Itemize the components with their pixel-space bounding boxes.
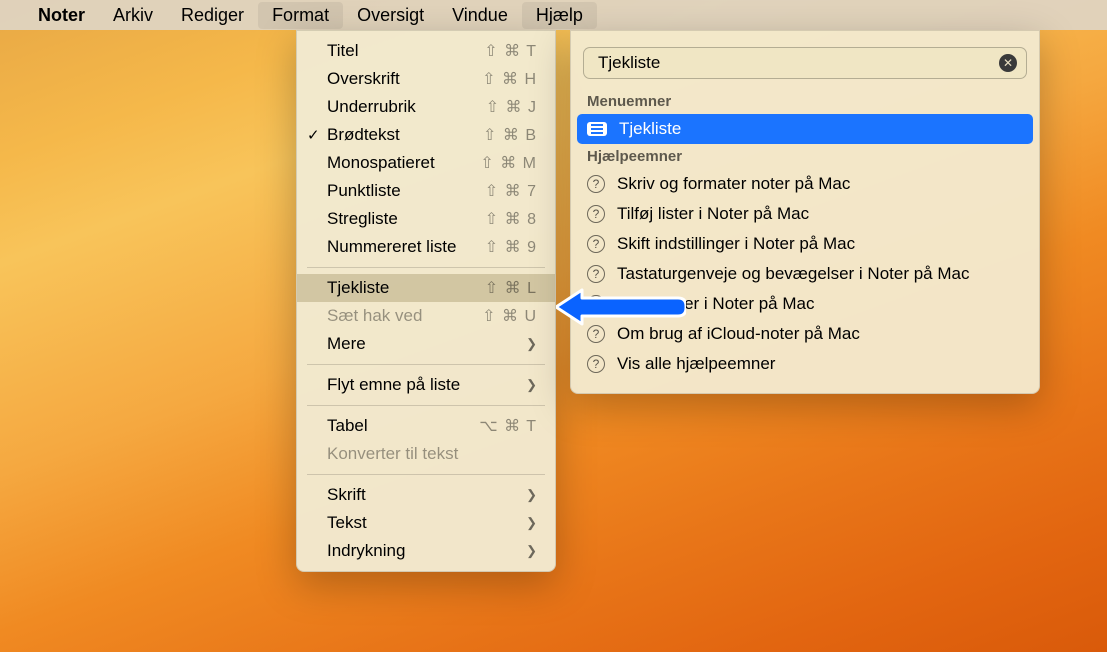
- menu-label: Titel: [327, 41, 484, 61]
- menu-item-saet-hak: Sæt hak ved ⇧ ⌘ U: [297, 302, 555, 330]
- help-topic[interactable]: ? Skift indstillinger i Noter på Mac: [571, 229, 1039, 259]
- format-dropdown: Titel ⇧ ⌘ T Overskrift ⇧ ⌘ H Underrubrik…: [296, 30, 556, 572]
- help-search-input[interactable]: [583, 47, 1027, 79]
- menu-separator: [307, 405, 545, 406]
- chevron-right-icon: ❯: [526, 377, 537, 393]
- menubar: Noter Arkiv Rediger Format Oversigt Vind…: [0, 0, 1107, 30]
- menu-label: Mere: [327, 334, 526, 354]
- menubar-item-hjaelp[interactable]: Hjælp: [522, 2, 597, 29]
- help-topic-label: Skriv og formater noter på Mac: [617, 174, 850, 194]
- menu-label: Konverter til tekst: [327, 444, 537, 464]
- menu-item-skrift[interactable]: Skrift ❯: [297, 481, 555, 509]
- menubar-item-oversigt[interactable]: Oversigt: [343, 2, 438, 29]
- help-panel: ✕ Menuemner Tjekliste Hjælpeemner ? Skri…: [570, 30, 1040, 394]
- menubar-item-vindue[interactable]: Vindue: [438, 2, 522, 29]
- menu-shortcut: ⇧ ⌘ 9: [485, 237, 537, 257]
- menu-shortcut: ⇧ ⌘ L: [485, 278, 537, 298]
- menu-item-punktliste[interactable]: Punktliste ⇧ ⌘ 7: [297, 177, 555, 205]
- help-menu-item-tjekliste[interactable]: Tjekliste: [577, 114, 1033, 144]
- menu-label: Skrift: [327, 485, 526, 505]
- menu-label: Tabel: [327, 416, 479, 436]
- menu-shortcut: ⇧ ⌘ U: [482, 306, 537, 326]
- menubar-item-rediger[interactable]: Rediger: [167, 2, 258, 29]
- menu-item-konverter: Konverter til tekst: [297, 440, 555, 468]
- menu-item-indrykning[interactable]: Indrykning ❯: [297, 537, 555, 565]
- menu-separator: [307, 474, 545, 475]
- chevron-right-icon: ❯: [526, 515, 537, 531]
- menu-label: Tjekliste: [327, 278, 485, 298]
- menu-shortcut: ⇧ ⌘ 8: [485, 209, 537, 229]
- menu-item-mere[interactable]: Mere ❯: [297, 330, 555, 358]
- menu-label: Nummereret liste: [327, 237, 485, 257]
- menubar-item-arkiv[interactable]: Arkiv: [99, 2, 167, 29]
- menu-shortcut: ⇧ ⌘ T: [484, 41, 537, 61]
- help-search-wrap: ✕: [571, 41, 1039, 89]
- menu-item-nummereret[interactable]: Nummereret liste ⇧ ⌘ 9: [297, 233, 555, 261]
- help-icon: ?: [587, 355, 605, 373]
- help-icon: ?: [587, 205, 605, 223]
- menu-label: Flyt emne på liste: [327, 375, 526, 395]
- help-icon: ?: [587, 325, 605, 343]
- menu-item-stregliste[interactable]: Stregliste ⇧ ⌘ 8: [297, 205, 555, 233]
- help-topic[interactable]: ? Tilføj lister i Noter på Mac: [571, 199, 1039, 229]
- menu-item-overskrift[interactable]: Overskrift ⇧ ⌘ H: [297, 65, 555, 93]
- menu-shortcut: ⇧ ⌘ 7: [485, 181, 537, 201]
- menu-shortcut: ⇧ ⌘ J: [486, 97, 537, 117]
- menu-label: Sæt hak ved: [327, 306, 482, 326]
- menu-item-tabel[interactable]: Tabel ⌥ ⌘ T: [297, 412, 555, 440]
- clear-search-icon[interactable]: ✕: [999, 54, 1017, 72]
- help-topic-label: Skift indstillinger i Noter på Mac: [617, 234, 855, 254]
- menu-item-tekst[interactable]: Tekst ❯: [297, 509, 555, 537]
- menu-label: Punktliste: [327, 181, 485, 201]
- help-icon: ?: [587, 175, 605, 193]
- menu-shortcut: ⇧ ⌘ B: [483, 125, 537, 145]
- menu-separator: [307, 267, 545, 268]
- menu-label: Overskrift: [327, 69, 482, 89]
- help-section-menuemner: Menuemner: [571, 89, 1039, 114]
- menu-shortcut: ⇧ ⌘ M: [480, 153, 537, 173]
- help-section-hjaelpeemner: Hjælpeemner: [571, 144, 1039, 169]
- menu-label: Brødtekst: [327, 125, 483, 145]
- menu-separator: [307, 364, 545, 365]
- menu-label: Monospatieret: [327, 153, 480, 173]
- help-topic[interactable]: ? Skriv og formater noter på Mac: [571, 169, 1039, 199]
- help-topic[interactable]: ? Vis alle hjælpeemner: [571, 349, 1039, 379]
- chevron-right-icon: ❯: [526, 336, 537, 352]
- menu-label: Indrykning: [327, 541, 526, 561]
- callout-pointer-icon: [556, 288, 686, 326]
- help-topic-label: Vis alle hjælpeemner: [617, 354, 775, 374]
- help-topic[interactable]: ? Tastaturgenveje og bevægelser i Noter …: [571, 259, 1039, 289]
- menu-label: Tekst: [327, 513, 526, 533]
- menu-item-flyt-emne[interactable]: Flyt emne på liste ❯: [297, 371, 555, 399]
- menu-label: Stregliste: [327, 209, 485, 229]
- menu-result-icon: [587, 122, 607, 136]
- help-topic-label: Tilføj lister i Noter på Mac: [617, 204, 809, 224]
- menu-label: Underrubrik: [327, 97, 486, 117]
- help-topic-label: Tastaturgenveje og bevægelser i Noter på…: [617, 264, 969, 284]
- help-menu-item-label: Tjekliste: [619, 119, 681, 139]
- menu-item-underrubrik[interactable]: Underrubrik ⇧ ⌘ J: [297, 93, 555, 121]
- chevron-right-icon: ❯: [526, 543, 537, 559]
- menu-item-tjekliste[interactable]: Tjekliste ⇧ ⌘ L: [297, 274, 555, 302]
- menu-shortcut: ⇧ ⌘ H: [482, 69, 537, 89]
- chevron-right-icon: ❯: [526, 487, 537, 503]
- menu-item-brodtekst[interactable]: ✓ Brødtekst ⇧ ⌘ B: [297, 121, 555, 149]
- menubar-app[interactable]: Noter: [24, 2, 99, 29]
- menu-shortcut: ⌥ ⌘ T: [479, 416, 537, 436]
- help-icon: ?: [587, 235, 605, 253]
- checkmark-icon: ✓: [307, 126, 320, 144]
- menu-item-titel[interactable]: Titel ⇧ ⌘ T: [297, 37, 555, 65]
- help-icon: ?: [587, 265, 605, 283]
- menubar-item-format[interactable]: Format: [258, 2, 343, 29]
- help-topic-label: Om brug af iCloud-noter på Mac: [617, 324, 860, 344]
- menu-item-monospatieret[interactable]: Monospatieret ⇧ ⌘ M: [297, 149, 555, 177]
